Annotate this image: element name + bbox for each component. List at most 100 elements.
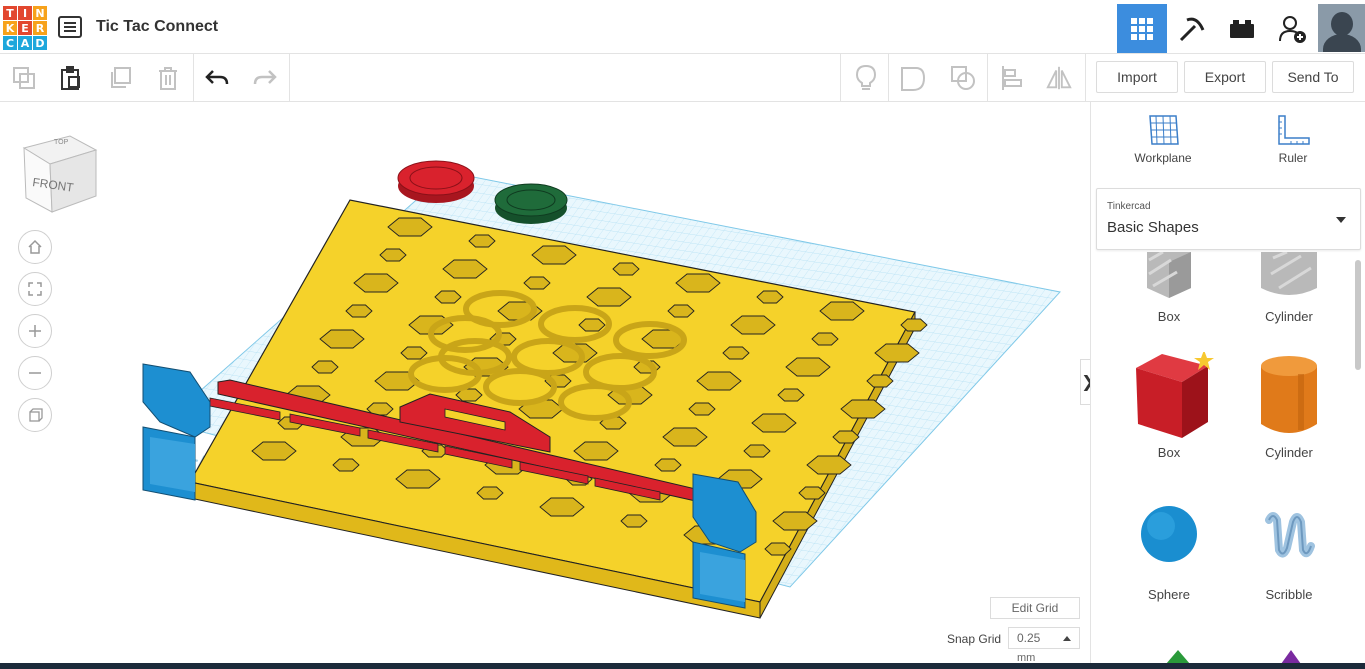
cylinder-icon	[1261, 250, 1317, 295]
zoom-out-icon[interactable]	[18, 356, 52, 390]
edit-toolbar: Import Export Send To	[0, 54, 1365, 102]
box-icon	[1136, 350, 1214, 438]
board-hole	[468, 234, 496, 248]
pickaxe-icon[interactable]	[1167, 4, 1217, 53]
duplicate-icon[interactable]	[106, 64, 134, 92]
board-hole	[612, 262, 640, 276]
board-hole	[434, 290, 462, 304]
shape-box-red[interactable]: Box	[1114, 350, 1224, 460]
orthographic-icon[interactable]	[18, 398, 52, 432]
snap-grid-value: 0.25	[1017, 631, 1041, 645]
ungroup-icon[interactable]	[949, 64, 977, 92]
cone-shape-icon[interactable]	[1281, 650, 1301, 664]
green-token[interactable]	[494, 183, 568, 224]
logo-letter: A	[18, 36, 32, 50]
fit-view-icon[interactable]	[18, 272, 52, 306]
toolbar-divider	[193, 54, 194, 101]
toolbar-divider	[840, 54, 841, 101]
library-name: Basic Shapes	[1107, 219, 1199, 236]
shape-cylinder-orange[interactable]: Cylinder	[1234, 352, 1344, 460]
import-button[interactable]: Import	[1096, 61, 1178, 93]
board-hole	[332, 458, 360, 472]
logo-letter: I	[18, 6, 32, 20]
board-hole	[832, 430, 860, 444]
undo-icon[interactable]	[203, 64, 231, 92]
shape-scribble[interactable]: Scribble	[1234, 500, 1344, 602]
align-icon[interactable]	[998, 64, 1026, 92]
os-taskbar	[0, 663, 1365, 669]
red-token[interactable]	[397, 160, 475, 203]
board-hole	[476, 486, 504, 500]
collapse-panel-button[interactable]: ❯	[1080, 359, 1090, 405]
logo-letter: R	[33, 21, 47, 35]
board-hole	[379, 248, 407, 262]
shape-library-select[interactable]: Tinkercad Basic Shapes	[1096, 188, 1361, 250]
tinkercad-logo[interactable]: TIN KER CAD	[3, 6, 47, 50]
mirror-icon[interactable]	[1045, 64, 1073, 92]
workplane-icon	[1149, 115, 1179, 145]
board-hole	[722, 346, 750, 360]
shapes-panel: Workplane Ruler Tinkercad Basic Shapes B…	[1090, 102, 1365, 669]
panel-scrollbar[interactable]	[1355, 260, 1361, 370]
shape-label: Scribble	[1265, 587, 1313, 602]
workplane-label: Workplane	[1134, 151, 1192, 165]
board-hole	[688, 402, 716, 416]
zoom-in-icon[interactable]	[18, 314, 52, 348]
logo-letter: E	[18, 21, 32, 35]
viewcube-top-label: TOP	[54, 139, 69, 146]
scribble-icon	[1265, 512, 1315, 558]
redo-icon[interactable]	[251, 64, 279, 92]
shape-box-gray[interactable]: Box	[1114, 250, 1224, 324]
snap-grid-select[interactable]: 0.25	[1008, 627, 1080, 649]
view-cube[interactable]: TOP FRONT	[20, 128, 100, 219]
copy-icon[interactable]	[10, 64, 38, 92]
3d-view-icon[interactable]	[1117, 4, 1167, 53]
board-hole	[620, 514, 648, 528]
board-hole	[578, 318, 606, 332]
toolbar-divider	[888, 54, 889, 101]
design-menu-icon[interactable]	[58, 16, 82, 38]
edit-grid-button[interactable]: Edit Grid	[990, 597, 1080, 619]
shape-label: Cylinder	[1265, 309, 1313, 324]
board-hole	[764, 542, 792, 556]
3d-viewport[interactable]: Workplane	[0, 102, 1090, 669]
shape-label: Sphere	[1148, 587, 1190, 602]
shape-label: Box	[1157, 309, 1181, 324]
delete-icon[interactable]	[154, 64, 182, 92]
paste-icon[interactable]	[57, 64, 85, 92]
shape-label: Cylinder	[1265, 445, 1313, 460]
workplane-tool[interactable]: Workplane	[1113, 112, 1213, 165]
add-user-icon[interactable]	[1267, 4, 1317, 53]
logo-letter: D	[33, 36, 47, 50]
sphere-icon	[1141, 506, 1197, 562]
toolbar-divider	[987, 54, 988, 101]
avatar[interactable]	[1318, 4, 1365, 52]
board-hole	[743, 444, 771, 458]
box-icon	[1147, 250, 1191, 298]
board-hole	[811, 332, 839, 346]
chevron-down-icon	[1336, 217, 1346, 223]
shape-sphere[interactable]: Sphere	[1114, 500, 1224, 602]
lightbulb-icon[interactable]	[852, 64, 880, 92]
snap-grid-label: Snap Grid	[947, 632, 1002, 646]
library-category: Tinkercad	[1107, 201, 1151, 212]
design-title[interactable]: Tic Tac Connect	[96, 18, 218, 36]
ruler-icon	[1278, 115, 1310, 145]
send-to-button[interactable]: Send To	[1272, 61, 1354, 93]
board-hole	[866, 374, 894, 388]
board-hole	[345, 304, 373, 318]
logo-letter: C	[3, 36, 17, 50]
toolbar-divider	[289, 54, 290, 101]
bricks-icon[interactable]	[1217, 4, 1267, 53]
home-view-icon[interactable]	[18, 230, 52, 264]
logo-letter: T	[3, 6, 17, 20]
board-hole	[900, 318, 928, 332]
scene[interactable]: Workplane	[0, 102, 1090, 669]
shape-cylinder-gray[interactable]: Cylinder	[1234, 250, 1344, 324]
logo-letter: K	[3, 21, 17, 35]
pyramid-shape-icon[interactable]	[1166, 650, 1190, 664]
top-bar: TIN KER CAD Tic Tac Connect	[0, 0, 1365, 54]
export-button[interactable]: Export	[1184, 61, 1266, 93]
group-icon[interactable]	[899, 64, 927, 92]
ruler-tool[interactable]: Ruler	[1243, 112, 1343, 165]
